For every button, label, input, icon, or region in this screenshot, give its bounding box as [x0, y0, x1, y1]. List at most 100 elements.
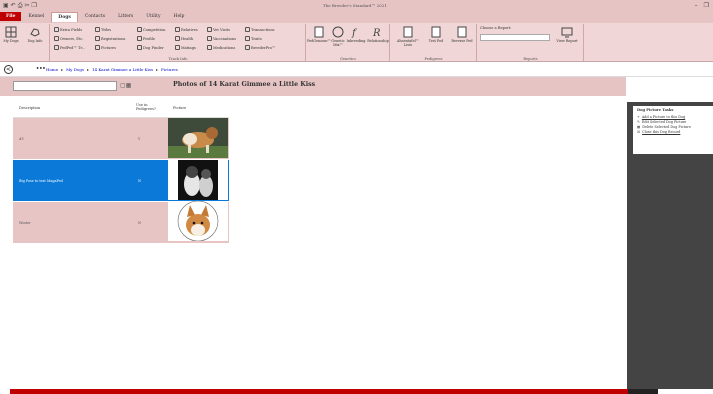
svg-text:R: R: [372, 28, 381, 38]
pictures-button[interactable]: Pictures: [95, 45, 116, 50]
copy-icon[interactable]: ❐: [32, 2, 37, 10]
back-icon[interactable]: <: [4, 65, 13, 74]
grid-icon[interactable]: ▦: [126, 82, 132, 89]
column-header-picture[interactable]: Picture: [167, 101, 229, 117]
profile-button[interactable]: Profile: [137, 36, 155, 41]
crumb-home[interactable]: Home: [46, 67, 58, 72]
test-ped-button[interactable]: Test Ped: [425, 26, 447, 43]
traits-icon: [245, 36, 250, 41]
ribbon-group-label: Track Info: [168, 57, 188, 61]
dog-finder-button[interactable]: Dog Finder: [137, 45, 164, 50]
reverse-ped-icon: [457, 26, 467, 38]
menu-bar: File Kennel Dogs Contacts Litters Utilit…: [0, 11, 190, 22]
dog-photo-2[interactable]: [168, 160, 228, 200]
relationship-icon: R: [372, 28, 381, 38]
column-header-use[interactable]: Use in Pedigrees?: [132, 101, 167, 117]
close-record-task[interactable]: ☒ Close this Dog Record: [633, 129, 713, 134]
document-icon: [54, 45, 59, 50]
undo-icon[interactable]: ↶: [11, 2, 16, 10]
stamp-icon: [95, 36, 100, 41]
pedped-button[interactable]: PedPed™ Tr...: [54, 45, 85, 50]
cut-icon[interactable]: ✂: [25, 2, 30, 10]
ribbon-group-reports: Choose a Report: View Report Reports: [478, 24, 584, 61]
health-button[interactable]: Health: [175, 36, 193, 41]
crumb-separator: ▸: [156, 67, 159, 72]
menu-file[interactable]: File: [0, 12, 22, 21]
registrations-button[interactable]: Registrations: [95, 36, 125, 41]
pedigree-icon: [403, 26, 413, 38]
vet-icon: [207, 27, 212, 32]
crumb-dog[interactable]: 14 Karat Gimmee a Little Kiss: [92, 67, 153, 72]
inbreeding-button[interactable]: f Inbreeding: [347, 26, 366, 43]
minimize-icon[interactable]: –: [695, 2, 698, 9]
title-bar: ▣ ↶ ⎙ ✂ ❐ The Breeder's Standard™ 2021 –…: [0, 0, 713, 24]
menu-dogs[interactable]: Dogs: [51, 11, 78, 22]
dog-photo-1[interactable]: [168, 118, 228, 158]
titles-button[interactable]: Titles: [95, 27, 111, 32]
more-icon[interactable]: •••: [36, 66, 46, 72]
dog-photo-3[interactable]: [168, 201, 228, 241]
menu-kennel[interactable]: Kennel: [22, 12, 50, 21]
test-ped-icon: [431, 26, 441, 38]
relatives-icon: [175, 27, 180, 32]
table-header: Description Use in Pedigrees? Picture: [13, 101, 229, 118]
people-icon: [54, 36, 59, 41]
transactions-button[interactable]: Transactions: [245, 27, 275, 32]
matings-button[interactable]: Matings: [175, 45, 196, 50]
plus-icon: +: [637, 114, 640, 119]
report-select[interactable]: [480, 34, 550, 41]
navigation-bar: < ••• Home ▸ My Dogs ▸ 14 Karat Gimmee a L…: [0, 63, 713, 77]
genetic-mix-icon: [332, 26, 344, 38]
print-icon[interactable]: ⎙: [18, 2, 23, 10]
save-icon[interactable]: ▣: [3, 2, 9, 10]
traits-button[interactable]: Traits: [245, 36, 262, 41]
tasks-title: Dog Picture Tasks: [637, 108, 674, 112]
breederpro-button[interactable]: BreederPro™: [245, 45, 276, 50]
ribbon-group-track-info: Extra Fields Owners, Etc. PedPed™ Tr... …: [51, 24, 306, 61]
vet-visits-button[interactable]: Vet Visits: [207, 27, 230, 32]
quick-access-toolbar[interactable]: ▣ ↶ ⎙ ✂ ❐: [3, 2, 37, 10]
search-input[interactable]: [13, 81, 117, 91]
trash-icon: ▦: [637, 124, 641, 129]
dog-icon: [30, 28, 40, 37]
medications-button[interactable]: Medications: [207, 45, 235, 50]
breederpro-icon: [245, 45, 250, 50]
picture-icon: [95, 45, 100, 50]
column-header-description[interactable]: Description: [13, 101, 132, 117]
trophy-icon: [137, 27, 142, 32]
menu-help[interactable]: Help: [168, 12, 191, 21]
reverse-ped-button[interactable]: Reverse Ped: [449, 26, 475, 43]
page-header: ▢▦ Photos of 14 Karat Gimmee a Little Ki…: [0, 77, 626, 96]
monitor-icon: [561, 27, 573, 38]
crumb-my-dogs[interactable]: My Dogs: [66, 67, 84, 72]
pedgenome-button[interactable]: PedGenome™: [307, 26, 331, 43]
relationship-button[interactable]: R Relationship: [367, 26, 389, 43]
ribbon-group-pedigrees: Ahnentafel™ Lists Test Ped Reverse Ped P…: [391, 24, 477, 61]
competition-button[interactable]: Competition: [137, 27, 165, 32]
vaccinations-button[interactable]: Vaccinations: [207, 36, 236, 41]
grid-icon: [5, 26, 17, 38]
page-title: Photos of 14 Karat Gimmee a Little Kiss: [173, 81, 316, 88]
genetic-mix-button[interactable]: Genetic Mix™: [331, 26, 345, 47]
menu-contacts[interactable]: Contacts: [79, 12, 111, 21]
app-title: The Breeder's Standard™ 2021: [323, 3, 387, 8]
ahnentafel-button[interactable]: Ahnentafel™ Lists: [393, 26, 423, 47]
close-icon: ☒: [637, 129, 641, 134]
pencil-icon: ✎: [637, 119, 640, 124]
dog-info-button[interactable]: Dog Info: [26, 26, 44, 43]
extra-fields-button[interactable]: Extra Fields: [54, 27, 82, 32]
menu-utility[interactable]: Utility: [140, 12, 166, 21]
window-controls: – ❐: [695, 2, 709, 9]
breadcrumb: Home ▸ My Dogs ▸ 14 Karat Gimmee a Little …: [46, 67, 178, 72]
table-icon: [54, 27, 59, 32]
my-dogs-button[interactable]: My Dogs: [2, 26, 20, 43]
view-report-button[interactable]: View Report: [554, 26, 580, 43]
relatives-button[interactable]: Relatives: [175, 27, 198, 32]
dog-picture-tasks-panel: Dog Picture Tasks + Add a Picture to this…: [633, 106, 713, 154]
crumb-pictures[interactable]: Pictures: [161, 67, 178, 72]
owners-button[interactable]: Owners, Etc.: [54, 36, 84, 41]
status-bar-dark: [628, 389, 658, 394]
restore-icon[interactable]: ❐: [704, 2, 709, 9]
menu-litters[interactable]: Litters: [112, 12, 139, 21]
svg-text:f: f: [351, 28, 358, 38]
